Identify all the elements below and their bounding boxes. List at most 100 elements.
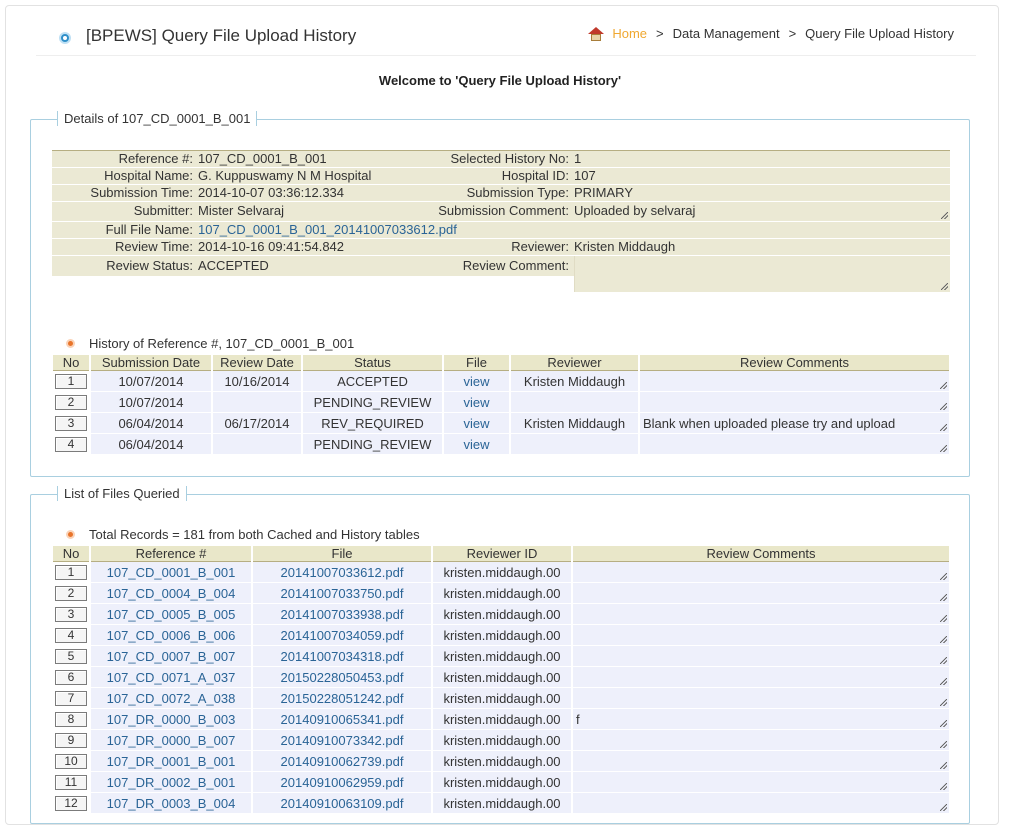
- file-link[interactable]: 20141007033612.pdf: [253, 562, 431, 583]
- row-number-button[interactable]: 11: [55, 775, 87, 790]
- home-icon[interactable]: [588, 26, 605, 41]
- row-number-button[interactable]: 8: [55, 712, 87, 727]
- history-row: 4 06/04/2014 PENDING_REVIEW view: [53, 434, 949, 455]
- resize-grip-icon[interactable]: [940, 573, 947, 580]
- review-comment-textarea[interactable]: [573, 667, 949, 688]
- resize-grip-icon[interactable]: [940, 741, 947, 748]
- file-link[interactable]: 20150228051242.pdf: [253, 688, 431, 709]
- reviewer-id-cell: kristen.middaugh.00: [433, 751, 571, 772]
- reference-link[interactable]: 107_CD_0004_B_004: [91, 583, 251, 604]
- file-row: 10 107_DR_0001_B_001 20140910062739.pdf kri…: [53, 751, 949, 772]
- reference-link[interactable]: 107_DR_0000_B_007: [91, 730, 251, 751]
- resize-grip-icon[interactable]: [940, 445, 947, 452]
- row-number-button[interactable]: 6: [55, 670, 87, 685]
- review-comment-textarea[interactable]: [573, 646, 949, 667]
- file-row: 12 107_DR_0003_B_004 20140910063109.pdf kri…: [53, 793, 949, 814]
- file-link[interactable]: 20140910065341.pdf: [253, 709, 431, 730]
- resize-grip-icon[interactable]: [940, 382, 947, 389]
- resize-grip-icon[interactable]: [940, 678, 947, 685]
- resize-grip-icon[interactable]: [940, 783, 947, 790]
- row-number-button[interactable]: 7: [55, 691, 87, 706]
- review-comment-textarea[interactable]: [573, 772, 949, 793]
- row-number-button[interactable]: 4: [55, 437, 87, 452]
- resize-grip-icon[interactable]: [940, 804, 947, 811]
- breadcrumb: Home > Data Management > Query File Uplo…: [588, 26, 954, 41]
- file-link[interactable]: 20150228050453.pdf: [253, 667, 431, 688]
- resize-grip-icon[interactable]: [940, 720, 947, 727]
- row-number-button[interactable]: 1: [55, 374, 87, 389]
- resize-grip-icon[interactable]: [940, 615, 947, 622]
- reference-link[interactable]: 107_DR_0002_B_001: [91, 772, 251, 793]
- breadcrumb-home-link[interactable]: Home: [612, 26, 647, 41]
- detail-value: PRIMARY: [574, 185, 633, 200]
- reference-link[interactable]: 107_CD_0006_B_006: [91, 625, 251, 646]
- resize-grip-icon[interactable]: [940, 636, 947, 643]
- detail-value: G. Kuppuswamy N M Hospital: [198, 168, 372, 183]
- review-date-cell: 06/17/2014: [213, 413, 301, 434]
- file-link[interactable]: 20140910062739.pdf: [253, 751, 431, 772]
- review-comment-textarea[interactable]: [573, 583, 949, 604]
- view-file-link[interactable]: view: [444, 371, 509, 392]
- row-number-button[interactable]: 12: [55, 796, 87, 811]
- review-comment-textarea[interactable]: [573, 793, 949, 814]
- full-file-name-link[interactable]: 107_CD_0001_B_001_20141007033612.pdf: [198, 222, 457, 238]
- reference-link[interactable]: 107_DR_0000_B_003: [91, 709, 251, 730]
- breadcrumb-data-management[interactable]: Data Management: [673, 26, 780, 41]
- review-comment-textarea[interactable]: [640, 371, 949, 392]
- row-number-button[interactable]: 2: [55, 586, 87, 601]
- reference-link[interactable]: 107_CD_0071_A_037: [91, 667, 251, 688]
- resize-grip-icon[interactable]: [940, 657, 947, 664]
- review-comment-textarea[interactable]: [573, 625, 949, 646]
- row-number-button[interactable]: 3: [55, 607, 87, 622]
- resize-grip-icon[interactable]: [940, 762, 947, 769]
- status-cell: REV_REQUIRED: [303, 413, 442, 434]
- resize-grip-icon[interactable]: [940, 699, 947, 706]
- row-number-button[interactable]: 3: [55, 416, 87, 431]
- review-comment-textarea[interactable]: [573, 604, 949, 625]
- view-file-link[interactable]: view: [444, 434, 509, 455]
- resize-grip-icon[interactable]: [940, 403, 947, 410]
- row-number-button[interactable]: 2: [55, 395, 87, 410]
- file-link[interactable]: 20141007033938.pdf: [253, 604, 431, 625]
- reference-link[interactable]: 107_CD_0072_A_038: [91, 688, 251, 709]
- reference-link[interactable]: 107_CD_0005_B_005: [91, 604, 251, 625]
- file-link[interactable]: 20141007034318.pdf: [253, 646, 431, 667]
- review-comment-textarea[interactable]: [574, 256, 950, 292]
- view-file-link[interactable]: view: [444, 392, 509, 413]
- status-cell: ACCEPTED: [303, 371, 442, 392]
- review-comment-textarea[interactable]: f: [573, 709, 949, 730]
- review-comment-textarea[interactable]: [573, 730, 949, 751]
- reference-link[interactable]: 107_CD_0007_B_007: [91, 646, 251, 667]
- file-link[interactable]: 20140910073342.pdf: [253, 730, 431, 751]
- reference-link[interactable]: 107_DR_0001_B_001: [91, 751, 251, 772]
- resize-grip-icon[interactable]: [940, 594, 947, 601]
- review-comment-textarea[interactable]: [573, 562, 949, 583]
- review-comment-textarea[interactable]: [640, 434, 949, 455]
- review-comment-textarea[interactable]: [640, 392, 949, 413]
- resize-grip-icon[interactable]: [941, 212, 948, 219]
- submission-date-cell: 06/04/2014: [91, 434, 211, 455]
- details-row: Submitter: Mister Selvaraj Submission Co…: [52, 202, 950, 222]
- resize-grip-icon[interactable]: [941, 283, 948, 290]
- row-number-button[interactable]: 4: [55, 628, 87, 643]
- file-link[interactable]: 20140910063109.pdf: [253, 793, 431, 814]
- file-link[interactable]: 20141007034059.pdf: [253, 625, 431, 646]
- file-link[interactable]: 20141007033750.pdf: [253, 583, 431, 604]
- row-number-button[interactable]: 9: [55, 733, 87, 748]
- review-comment-textarea[interactable]: Blank when uploaded please try and uploa…: [640, 413, 949, 434]
- file-row: 8 107_DR_0000_B_003 20140910065341.pdf kris…: [53, 709, 949, 730]
- row-number-button[interactable]: 1: [55, 565, 87, 580]
- column-header: No: [53, 546, 89, 562]
- reference-link[interactable]: 107_CD_0001_B_001: [91, 562, 251, 583]
- reference-link[interactable]: 107_DR_0003_B_004: [91, 793, 251, 814]
- review-comment-textarea[interactable]: [573, 751, 949, 772]
- bullet-icon: [66, 530, 75, 539]
- row-number-button[interactable]: 5: [55, 649, 87, 664]
- view-file-link[interactable]: view: [444, 413, 509, 434]
- review-comment-textarea[interactable]: [573, 688, 949, 709]
- row-number-cell: 12: [53, 793, 89, 814]
- row-number-button[interactable]: 10: [55, 754, 87, 769]
- submission-comment-textarea[interactable]: Uploaded by selvaraj: [574, 202, 950, 221]
- resize-grip-icon[interactable]: [940, 424, 947, 431]
- file-link[interactable]: 20140910062959.pdf: [253, 772, 431, 793]
